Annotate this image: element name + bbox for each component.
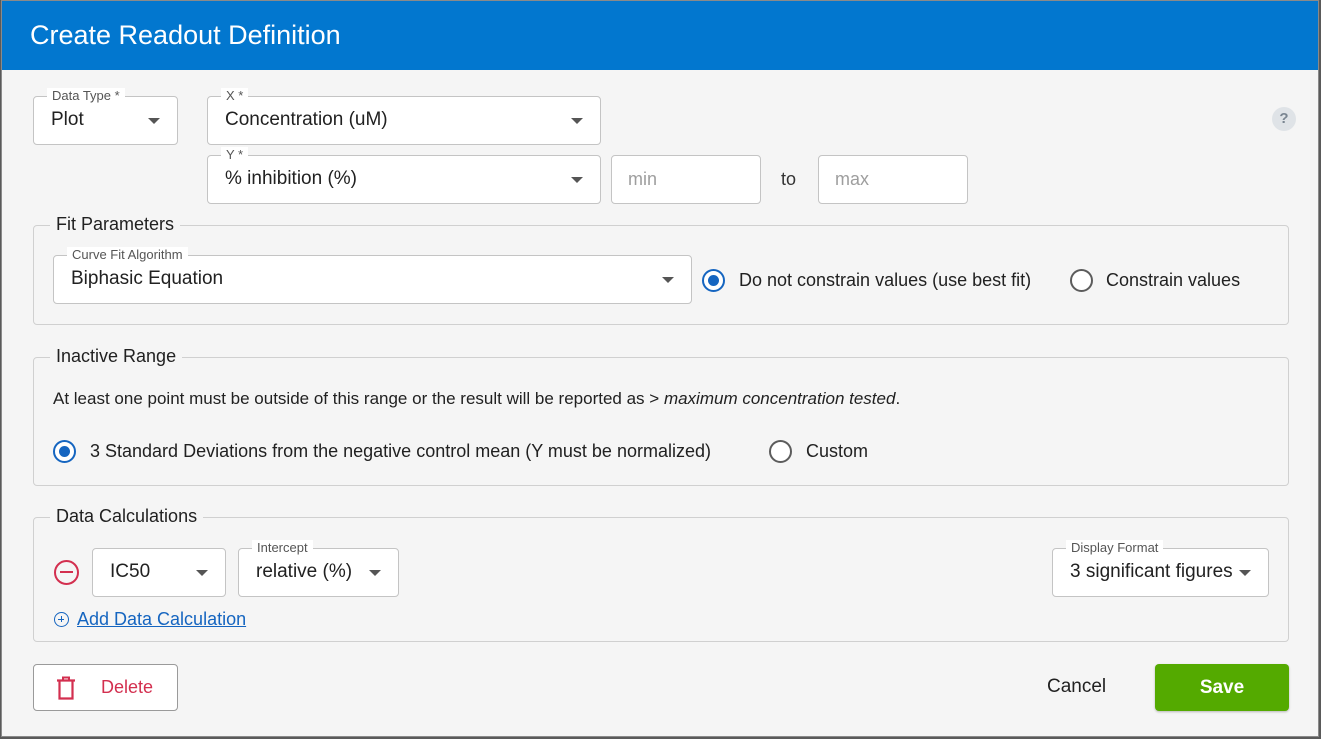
chevron-down-icon	[148, 118, 160, 124]
range-to-label: to	[781, 169, 797, 189]
remove-circle-icon[interactable]	[54, 560, 79, 585]
display-format-select[interactable]: Display Format 3 significant figures	[1052, 540, 1269, 597]
display-format-value: 3 significant figures	[1070, 561, 1233, 582]
x-axis-label: X *	[221, 88, 249, 103]
x-axis-select[interactable]: X * Concentration (uM)	[207, 88, 601, 145]
radio-best-fit[interactable]	[702, 269, 725, 292]
radio-standard-deviations[interactable]	[53, 440, 76, 463]
curve-fit-algorithm-value: Biphasic Equation	[71, 268, 224, 289]
save-button[interactable]: Save	[1155, 664, 1289, 711]
data-type-value: Plot	[51, 109, 84, 130]
chevron-down-icon	[662, 277, 674, 283]
add-circle-icon	[54, 612, 69, 627]
dialog-header: Create Readout Definition	[2, 1, 1318, 70]
y-axis-value: % inhibition (%)	[225, 168, 357, 189]
inactive-range-note: At least one point must be outside of th…	[53, 389, 901, 408]
create-readout-dialog: Create Readout Definition Data Type * Pl…	[1, 0, 1319, 737]
calculation-select[interactable]: IC50	[92, 548, 226, 597]
chevron-down-icon	[571, 177, 583, 183]
inactive-range-legend: Inactive Range	[50, 346, 183, 366]
intercept-label: Intercept	[252, 540, 313, 555]
y-axis-select[interactable]: Y * % inhibition (%)	[207, 147, 601, 204]
fit-parameters-section: Fit Parameters Curve Fit Algorithm Bipha…	[33, 214, 1289, 325]
x-axis-value: Concentration (uM)	[225, 109, 388, 130]
dialog-title: Create Readout Definition	[30, 20, 341, 50]
delete-button[interactable]: Delete	[33, 664, 178, 711]
chevron-down-icon	[196, 570, 208, 576]
chevron-down-icon	[1239, 570, 1251, 576]
delete-button-label: Delete	[101, 677, 154, 697]
radio-constrain-values[interactable]	[1070, 269, 1093, 292]
curve-fit-algorithm-label: Curve Fit Algorithm	[67, 247, 188, 262]
trash-icon	[57, 676, 75, 700]
y-max-input[interactable]	[819, 156, 967, 203]
radio-custom-label[interactable]: Custom	[806, 440, 868, 462]
data-calculations-section: Data Calculations IC50 Intercept relativ…	[33, 506, 1289, 642]
y-max-field[interactable]	[818, 155, 968, 204]
chevron-down-icon	[571, 118, 583, 124]
y-axis-label: Y *	[221, 147, 249, 162]
display-format-label: Display Format	[1066, 540, 1164, 555]
data-type-label: Data Type *	[47, 88, 125, 103]
intercept-value: relative (%)	[256, 561, 353, 582]
y-min-input[interactable]	[612, 156, 760, 203]
curve-fit-algorithm-select[interactable]: Curve Fit Algorithm Biphasic Equation	[53, 247, 692, 304]
inactive-range-section: Inactive Range At least one point must b…	[33, 346, 1289, 486]
intercept-select[interactable]: Intercept relative (%)	[238, 540, 399, 597]
radio-constrain-values-label[interactable]: Constrain values	[1106, 269, 1240, 291]
help-icon[interactable]: ?	[1272, 107, 1296, 131]
data-type-select[interactable]: Data Type * Plot	[33, 88, 178, 145]
chevron-down-icon	[369, 570, 381, 576]
radio-best-fit-label[interactable]: Do not constrain values (use best fit)	[739, 269, 1031, 291]
data-calculations-legend: Data Calculations	[50, 506, 204, 526]
radio-custom[interactable]	[769, 440, 792, 463]
fit-parameters-legend: Fit Parameters	[50, 214, 181, 234]
calculation-value: IC50	[110, 561, 151, 582]
y-min-field[interactable]	[611, 155, 761, 204]
radio-standard-deviations-label[interactable]: 3 Standard Deviations from the negative …	[90, 440, 711, 462]
add-data-calculation-link[interactable]: Add Data Calculation	[54, 609, 246, 630]
cancel-button[interactable]: Cancel	[1047, 676, 1106, 698]
